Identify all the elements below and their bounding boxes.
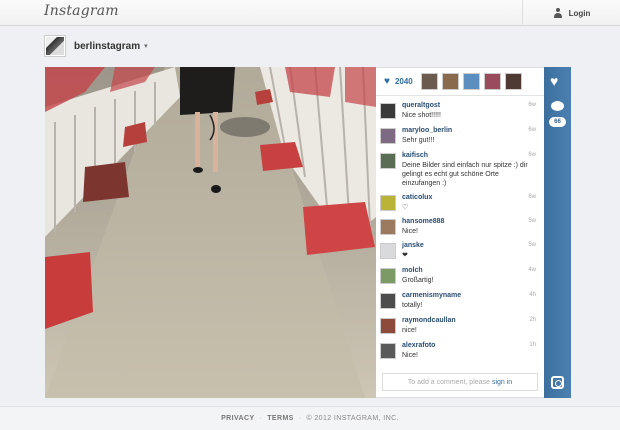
comment-avatar[interactable] xyxy=(380,318,396,334)
comment-username[interactable]: janske xyxy=(402,242,424,249)
comment-avatar[interactable] xyxy=(380,103,396,119)
comment-username[interactable]: maryloo_berlin xyxy=(402,127,452,134)
add-comment-placeholder: To add a comment, please xyxy=(407,378,490,386)
comment-avatar[interactable] xyxy=(380,219,396,235)
footer-separator: · xyxy=(259,415,263,422)
comment-username[interactable]: hansome888 xyxy=(402,218,444,225)
instagram-logo[interactable]: Instagram xyxy=(44,3,119,19)
comment-text: ♡ xyxy=(402,204,409,211)
post-photo[interactable] xyxy=(45,67,376,398)
comment-text: Deine Bilder sind einfach nur spitze :) … xyxy=(402,162,528,187)
footer-copyright: © 2012 INSTAGRAM, INC. xyxy=(306,415,399,422)
comment-avatar[interactable] xyxy=(380,268,396,284)
like-heart-icon[interactable]: ♥ xyxy=(550,73,558,89)
comment-time: 6w xyxy=(528,152,536,158)
comment-text: totally! xyxy=(402,302,423,309)
liker-avatar[interactable] xyxy=(420,73,438,90)
comment-time: 4h xyxy=(529,292,536,298)
liker-avatar[interactable] xyxy=(504,73,522,90)
footer-separator: · xyxy=(298,415,302,422)
comment-avatar[interactable] xyxy=(380,243,396,259)
likes-bar: ♥ 2040 xyxy=(376,68,544,96)
comment-username[interactable]: kaifisch xyxy=(402,152,428,159)
comment-avatar[interactable] xyxy=(380,195,396,211)
comment-time: 6w xyxy=(528,194,536,200)
comment-text: Großartig! xyxy=(402,277,434,284)
photo-illustration xyxy=(45,67,376,398)
comment-text: ❤ xyxy=(402,252,408,259)
liker-avatar[interactable] xyxy=(483,73,501,90)
comment-time: 4w xyxy=(528,267,536,273)
comment-avatar[interactable] xyxy=(380,153,396,169)
like-count[interactable]: 2040 xyxy=(395,77,421,86)
comment-time: 5w xyxy=(528,242,536,248)
chevron-down-icon[interactable]: ▾ xyxy=(144,42,148,50)
comment-time: 1h xyxy=(529,342,536,348)
comment-time: 6w xyxy=(528,102,536,108)
comment-text: Nice! xyxy=(402,352,418,359)
sign-in-link[interactable]: sign in xyxy=(492,379,512,386)
comment-text: Nice shot!!!!! xyxy=(402,112,441,119)
action-strip: ♥ 66 xyxy=(544,67,571,398)
comment-text: Nice! xyxy=(402,228,418,235)
comment-text: Sehr gut!!! xyxy=(402,137,435,144)
comment-text: nice! xyxy=(402,327,417,334)
profile-avatar[interactable] xyxy=(44,35,66,57)
comment-avatar[interactable] xyxy=(380,343,396,359)
profile-header: berlinstagram ▾ xyxy=(44,34,148,58)
login-label: Login xyxy=(568,8,591,18)
add-comment-field[interactable]: To add a comment, please sign in xyxy=(382,373,538,391)
comment-bubble-icon[interactable] xyxy=(551,101,564,111)
footer-terms-link[interactable]: TERMS xyxy=(267,415,294,422)
comment-username[interactable]: raymondcaullan xyxy=(402,317,456,324)
footer: PRIVACY · TERMS · © 2012 INSTAGRAM, INC. xyxy=(0,406,620,430)
comment-avatar[interactable] xyxy=(380,128,396,144)
heart-icon[interactable]: ♥ xyxy=(384,76,390,87)
comment-list[interactable]: queraltgost 6w Nice shot!!!!! maryloo_be… xyxy=(376,98,544,368)
camera-icon[interactable] xyxy=(551,376,564,389)
comment-time: 2h xyxy=(529,317,536,323)
comment-username[interactable]: queraltgost xyxy=(402,102,440,109)
comment-username[interactable]: caticolux xyxy=(402,194,432,201)
liker-avatar[interactable] xyxy=(441,73,459,90)
login-button[interactable]: Login xyxy=(522,0,620,26)
comment-username[interactable]: molch xyxy=(402,267,423,274)
comment-username[interactable]: alexrafoto xyxy=(402,342,435,349)
footer-privacy-link[interactable]: PRIVACY xyxy=(221,415,254,422)
person-icon xyxy=(553,8,563,18)
comment-avatar[interactable] xyxy=(380,293,396,309)
comment-time: 6w xyxy=(528,127,536,133)
post-side-panel: ♥ 2040 queraltgost 6w Nice shot!!!!! mar… xyxy=(376,67,544,398)
comment-username[interactable]: carmenismyname xyxy=(402,292,461,299)
top-bar: Instagram Login xyxy=(0,0,620,26)
comment-time: 5w xyxy=(528,218,536,224)
liker-avatar[interactable] xyxy=(462,73,480,90)
profile-username[interactable]: berlinstagram xyxy=(74,41,140,52)
comment-count-badge: 66 xyxy=(549,117,566,127)
